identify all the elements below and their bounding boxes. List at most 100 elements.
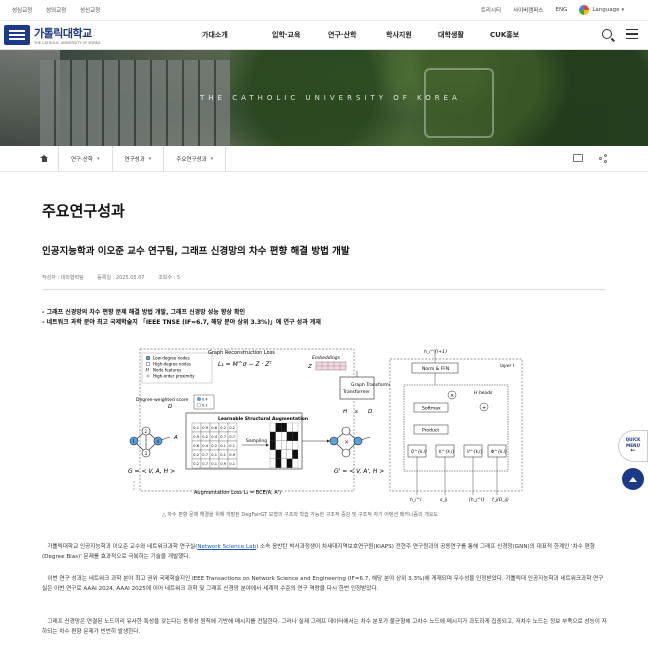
logo-emblem-icon [4, 25, 30, 45]
meta-author: 작성자 : 대외협력팀 [42, 275, 84, 281]
sampled-cell [275, 449, 282, 459]
article-paragraph: 가톨릭대학교 인공지능학과 이오준 교수와 네트워크과학 연구실(Network… [42, 542, 608, 562]
sampled-cell [292, 431, 299, 442]
matrix-value: 0.2 [220, 426, 226, 430]
menu-icon[interactable] [626, 29, 638, 39]
campus-link[interactable]: 성심교정 [12, 8, 32, 14]
page-title: 주요연구성과 [42, 202, 125, 220]
breadcrumb-item[interactable]: 연구·산학 ▾ [58, 145, 112, 172]
campus-link[interactable]: 성신교정 [80, 8, 100, 14]
paragraph-text: 가톨릭대학교 인공지능학과 이오준 교수와 네트워크과학 연구실( [47, 544, 198, 550]
matrix-value: 0.2 [193, 453, 199, 457]
figure-caption: △ 차수 편향 문제 해결을 위해 개발된 DegFairGT 모형의 구조와 … [162, 512, 439, 518]
bottom-input: {h_j^l} [468, 497, 485, 503]
network-science-lab-link[interactable]: Network Science Lab [197, 544, 256, 550]
nav-item-academic[interactable]: 학사지원 [386, 30, 438, 40]
breadcrumb-item[interactable]: 주요연구성과 ▾ [163, 145, 227, 172]
sampled-cell [269, 440, 276, 450]
sampled-adjacency [269, 422, 299, 468]
bottom-input: f_j(D_ij) [492, 497, 509, 503]
chevron-down-icon: ▾ [210, 155, 214, 162]
bottom-input: h_i^l [410, 497, 422, 503]
google-icon [579, 5, 590, 15]
meta-views: 조회수 : 5 [158, 275, 181, 281]
sampled-cell [269, 458, 276, 468]
matrix-value: 0.4 [211, 435, 217, 439]
sampling-label: Sampling [246, 438, 267, 444]
matrix-value: 0.9 [193, 435, 199, 439]
utility-link[interactable]: 사이버캠퍼스 [513, 6, 543, 14]
banner-text: THE CATHOLIC UNIVERSITY OF KOREA [200, 94, 461, 102]
matrix-value: 0.8 [193, 444, 199, 448]
sampled-cell [275, 422, 282, 433]
page-tools [573, 154, 608, 163]
svg-text:×: × [344, 439, 349, 446]
phi-label: Φ^{k,l} [491, 449, 507, 454]
matrix-value: 0.2 [229, 426, 235, 430]
sampled-cell [281, 422, 287, 433]
svg-text:+: + [482, 405, 486, 411]
matrix-value: 0.9 [229, 453, 235, 457]
campus-link[interactable]: 성의교정 [46, 8, 66, 14]
matrix-value: 0.2 [193, 462, 199, 466]
mini-value: 0.4 [202, 398, 208, 402]
university-logo[interactable]: 가톨릭대학교 THE CATHOLIC UNIVERSITY OF KOREA [4, 25, 100, 45]
share-icon[interactable] [599, 154, 608, 163]
legend-label: Node features [153, 368, 181, 373]
home-icon[interactable] [40, 155, 48, 162]
print-icon[interactable] [573, 154, 583, 162]
matrix-value: 0.7 [202, 453, 208, 457]
breadcrumb-label: 연구·산학 [71, 156, 93, 163]
sampled-cell [269, 431, 276, 442]
hero-banner: THE CATHOLIC UNIVERSITY OF KOREA [0, 50, 648, 146]
k-label: K^{k,l} [439, 449, 455, 454]
g-right-label: G' = < V, A', H > [334, 468, 384, 475]
utility-bar: 성심교정 성의교정 성신교정 트리시티 사이버캠퍼스 ENG Language … [0, 0, 648, 20]
nav-item-about[interactable]: 가대소개 [202, 30, 272, 40]
softmax-label: Softmax [422, 406, 441, 412]
v-label: V^{k,l} [467, 449, 483, 454]
graph-transformer-label: Graph Transformer [351, 382, 393, 388]
matrix-value: 0.1 [229, 462, 235, 466]
breadcrumb: 연구·산학 ▾ 연구성과 ▾ 주요연구성과 ▾ [0, 145, 648, 172]
sampled-cell [269, 422, 276, 433]
aug-loss-label: Augmentation Loss L₂ = BCE(A, A') [194, 490, 281, 496]
nav-item-campus-life[interactable]: 대학생활 [438, 30, 490, 40]
matrix-value: 0.1 [193, 426, 199, 430]
matrix-value: 0.4 [202, 444, 208, 448]
article-paragraph: 이번 연구 성과는 네트워크 과학 분야 최고 권위 국제학술지인 IEEE T… [42, 574, 608, 594]
matrix-value: 0.2 [211, 444, 217, 448]
sampled-cell [292, 449, 299, 459]
quick-menu-button[interactable]: QUICK MENU ← [618, 430, 648, 462]
sampled-cell [281, 431, 287, 442]
breadcrumb-item[interactable]: 연구성과 ▾ [111, 145, 164, 172]
article-paragraph: 그래프 신경망은 연결된 노드끼리 유사한 특성을 갖는다는 동류성 원칙에 기… [42, 617, 608, 637]
logo-korean: 가톨릭대학교 [34, 27, 92, 40]
svg-text:Transformer: Transformer [342, 389, 370, 395]
sampled-cell [281, 449, 287, 459]
logo-english: THE CATHOLIC UNIVERSITY OF KOREA [34, 41, 101, 45]
nav-item-admission[interactable]: 입학·교육 [272, 30, 328, 40]
search-icon[interactable] [602, 29, 612, 39]
d-label-right: D [368, 409, 372, 415]
lsa-label: Learnable Structural Augmentation [218, 416, 308, 422]
chevron-down-icon: ▾ [621, 7, 624, 13]
arrow-left-icon: ← [630, 447, 636, 454]
h-label: H [343, 409, 347, 415]
architecture-diagram: H Low-degree nodes High-degree nodes Nod… [128, 348, 523, 503]
nav-item-research[interactable]: 연구·산학 [328, 30, 386, 40]
scroll-top-button[interactable] [622, 468, 644, 490]
sampled-cell [286, 422, 293, 433]
a-label: A [173, 435, 178, 441]
matrix-value: 0.7 [220, 435, 226, 439]
banner-seal [424, 68, 494, 138]
breadcrumb-label: 주요연구성과 [176, 156, 207, 163]
campus-links: 성심교정 성의교정 성신교정 [12, 6, 112, 14]
utility-link[interactable]: 트리시티 [481, 6, 501, 14]
utility-link[interactable]: ENG [555, 7, 567, 13]
site-header: 가톨릭대학교 THE CATHOLIC UNIVERSITY OF KOREA … [0, 20, 648, 50]
layer-label: layer l [500, 363, 515, 369]
nav-item-pr[interactable]: CUK홍보 [490, 30, 536, 40]
legend-label: High-degree nodes [153, 362, 191, 367]
language-selector[interactable]: Language [592, 7, 619, 13]
